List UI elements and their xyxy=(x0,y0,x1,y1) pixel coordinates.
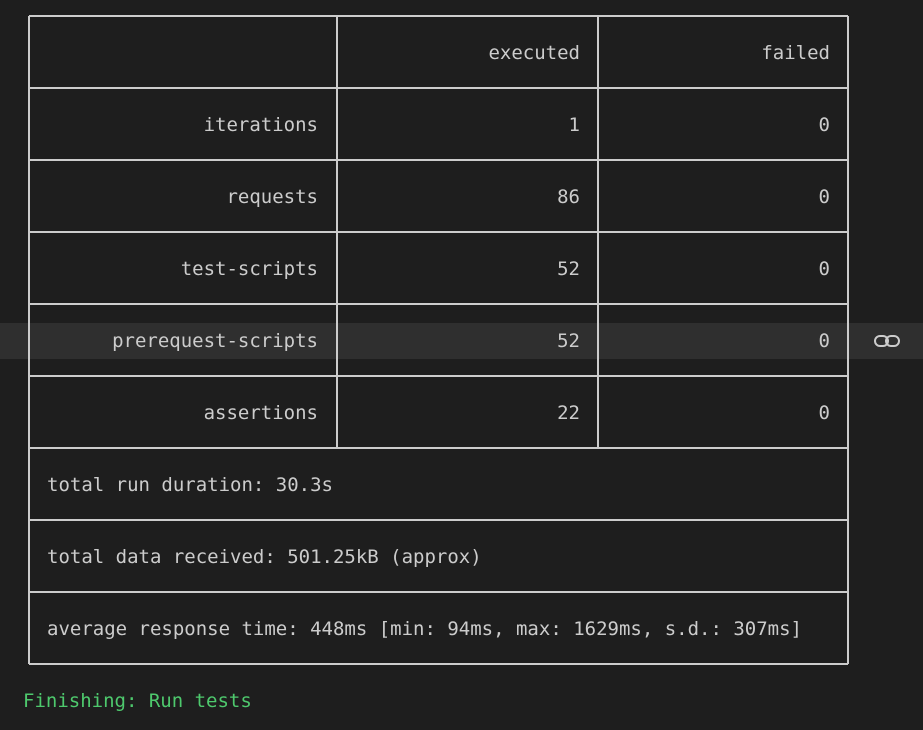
summary-total-data-received: total data received: 501.25kB (approx) xyxy=(47,546,482,568)
row-failed-test-scripts: 0 xyxy=(818,258,830,280)
row-executed-prerequest-scripts: 52 xyxy=(557,330,580,352)
link-icon[interactable] xyxy=(873,331,901,351)
row-executed-iterations: 1 xyxy=(568,114,580,136)
row-executed-test-scripts: 52 xyxy=(557,258,580,280)
header-executed: executed xyxy=(488,42,580,64)
row-label-requests: requests xyxy=(226,186,318,208)
summary-average-response-time: average response time: 448ms [min: 94ms,… xyxy=(47,618,802,640)
summary-total-run-duration: total run duration: 30.3s xyxy=(47,474,333,496)
row-label-assertions: assertions xyxy=(203,402,318,424)
row-label-prerequest-scripts: prerequest-scripts xyxy=(112,330,318,352)
finishing-status: Finishing: Run tests xyxy=(23,690,252,712)
row-failed-prerequest-scripts: 0 xyxy=(818,330,830,352)
terminal-output: executed failed iterations 1 0 requests … xyxy=(0,0,923,730)
header-label-empty xyxy=(40,0,318,30)
row-failed-assertions: 0 xyxy=(818,402,830,424)
header-failed: failed xyxy=(761,42,830,64)
row-executed-assertions: 22 xyxy=(557,402,580,424)
row-executed-requests: 86 xyxy=(557,186,580,208)
row-failed-iterations: 0 xyxy=(818,114,830,136)
row-label-iterations: iterations xyxy=(203,114,318,136)
row-failed-requests: 0 xyxy=(818,186,830,208)
row-label-test-scripts: test-scripts xyxy=(180,258,318,280)
